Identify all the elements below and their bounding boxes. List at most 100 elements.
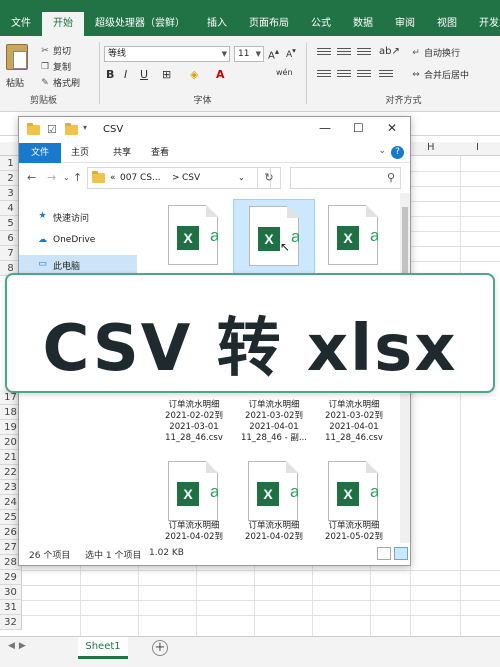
up-icon[interactable]: ↑ bbox=[73, 171, 82, 184]
gridline bbox=[370, 560, 371, 636]
file-icon-fold bbox=[287, 206, 299, 218]
indent-icon[interactable] bbox=[379, 70, 393, 82]
details-view-icon[interactable] bbox=[377, 547, 391, 560]
tab-home[interactable]: 开始 bbox=[42, 12, 84, 36]
row-header[interactable]: 29 bbox=[0, 570, 22, 585]
file-name[interactable]: 订单流水明细 2021-02-02到 2021-03-01 11_28_46.c… bbox=[153, 400, 235, 444]
gridline bbox=[22, 600, 500, 601]
font-name-select[interactable]: 等线 ▼ bbox=[104, 46, 230, 62]
file-item[interactable]: Xa, bbox=[153, 451, 235, 521]
item-count: 26 个项目 bbox=[29, 551, 71, 561]
tab-insert[interactable]: 插入 bbox=[196, 12, 238, 36]
row-header[interactable]: 30 bbox=[0, 585, 22, 600]
forward-icon[interactable]: → bbox=[47, 171, 56, 184]
file-item[interactable]: Xa, bbox=[313, 451, 395, 521]
tab-view[interactable]: 视图 bbox=[426, 12, 468, 36]
back-icon[interactable]: ← bbox=[27, 171, 36, 184]
copy-button[interactable]: ❐ 复制 bbox=[40, 60, 71, 74]
explorer-tab-file[interactable]: 文件 bbox=[19, 143, 61, 163]
explorer-tab-share[interactable]: 共享 bbox=[107, 143, 137, 163]
font-size-select[interactable]: 11 ▼ bbox=[234, 46, 264, 62]
merge-center-button[interactable]: ⇔ 合并后居中 bbox=[411, 68, 469, 82]
excel-title-bar bbox=[0, 0, 500, 12]
tab-page-layout[interactable]: 页面布局 bbox=[238, 12, 300, 36]
maximize-icon[interactable]: ☐ bbox=[353, 121, 364, 135]
align-right-icon[interactable] bbox=[357, 70, 371, 82]
breadcrumb-parent[interactable]: 007 CS... bbox=[120, 173, 161, 183]
checkbox-icon[interactable]: ☑ bbox=[47, 123, 57, 136]
file-icon-fold bbox=[286, 461, 298, 473]
gridline bbox=[22, 615, 500, 616]
tab-data[interactable]: 数据 bbox=[342, 12, 384, 36]
cut-button[interactable]: ✂ 剪切 bbox=[40, 44, 71, 58]
tab-formulas[interactable]: 公式 bbox=[300, 12, 342, 36]
file-name[interactable]: 订单流水明细 2021-03-02到 2021-04-01 11_28_46 -… bbox=[233, 400, 315, 444]
cloud-icon: ☁ bbox=[38, 235, 47, 245]
nav-item-onedrive[interactable]: ☁ OneDrive bbox=[19, 231, 137, 251]
gridline bbox=[460, 156, 461, 636]
explorer-tab-home[interactable]: 主页 bbox=[65, 143, 95, 163]
orientation-icon[interactable]: ab↗ bbox=[379, 46, 400, 57]
italic-icon[interactable]: I bbox=[124, 68, 127, 81]
increase-font-icon[interactable]: A▴ bbox=[268, 46, 279, 61]
banner-title: CSV 转 xlsx bbox=[7, 297, 493, 389]
tab-developer[interactable]: 开发工具 bbox=[468, 12, 500, 36]
tab-file[interactable]: 文件 bbox=[0, 12, 42, 36]
border-icon[interactable]: ⊞ bbox=[162, 68, 171, 81]
row-header[interactable]: 32 bbox=[0, 615, 22, 630]
add-sheet-icon[interactable]: + bbox=[152, 640, 168, 656]
close-icon[interactable]: ✕ bbox=[387, 121, 397, 135]
chevron-down-icon[interactable]: ⌄ bbox=[378, 146, 386, 156]
file-name[interactable]: 订单流水明细 2021-05-02到 bbox=[313, 521, 395, 543]
align-top-icon[interactable] bbox=[317, 48, 331, 60]
folder-icon bbox=[92, 171, 105, 183]
row-header[interactable]: 31 bbox=[0, 600, 22, 615]
font-color-icon[interactable]: A bbox=[216, 68, 225, 81]
recent-dropdown-icon[interactable]: ⌄ bbox=[63, 173, 70, 182]
align-left-icon[interactable] bbox=[317, 70, 331, 82]
breadcrumb-current[interactable]: CSV bbox=[182, 173, 200, 183]
chevron-down-icon: ▼ bbox=[255, 50, 261, 58]
sheet-nav-arrows[interactable]: ◀▶ bbox=[8, 641, 30, 651]
decrease-font-icon[interactable]: A▾ bbox=[286, 46, 296, 60]
nav-item-this-pc[interactable]: ▭ 此电脑 bbox=[19, 255, 137, 275]
alignment-group: ab↗ ↵ 自动换行 ⇔ 合并后居中 对齐方式 bbox=[307, 40, 500, 108]
file-name[interactable]: 订单流水明细 2021-03-02到 2021-04-01 11_28_46.c… bbox=[313, 400, 395, 444]
large-icons-view-icon[interactable] bbox=[394, 547, 408, 560]
nav-item-quick-access[interactable]: ★ 快速访问 bbox=[19, 207, 137, 227]
align-center-icon[interactable] bbox=[337, 70, 351, 82]
column-header-h[interactable]: H bbox=[427, 142, 435, 153]
tab-review[interactable]: 审阅 bbox=[384, 12, 426, 36]
nav-item-label: 此电脑 bbox=[53, 262, 81, 272]
address-input[interactable]: « 007 CS... > CSV ⌄ bbox=[87, 167, 271, 189]
wrap-text-button[interactable]: ↵ 自动换行 bbox=[411, 46, 460, 60]
breadcrumb-overflow[interactable]: « bbox=[110, 173, 116, 183]
refresh-icon[interactable]: ↻ bbox=[257, 167, 281, 189]
tab-super-processor[interactable]: 超级处理器（尝鲜） bbox=[84, 12, 196, 36]
bold-icon[interactable]: B bbox=[106, 68, 114, 81]
minimize-icon[interactable]: — bbox=[319, 121, 331, 135]
fill-color-icon[interactable]: ◈ bbox=[190, 68, 198, 81]
explorer-title-bar[interactable]: ☑ ▾ CSV — ☐ ✕ bbox=[19, 117, 410, 143]
paste-icon[interactable] bbox=[6, 44, 28, 70]
help-icon[interactable]: ? bbox=[391, 146, 404, 159]
underline-icon[interactable]: U bbox=[140, 68, 148, 81]
phonetic-icon[interactable]: wén bbox=[276, 68, 293, 77]
align-bottom-icon[interactable] bbox=[357, 48, 371, 60]
banner-title-part1: CSV 转 xl bbox=[42, 312, 375, 386]
quick-access-dropdown-icon[interactable]: ▾ bbox=[83, 123, 87, 132]
format-painter-button[interactable]: ✎ 格式刷 bbox=[40, 76, 80, 90]
sheet-tab-bar: ◀▶ Sheet1 + bbox=[0, 636, 500, 667]
sheet-tab-sheet1[interactable]: Sheet1 bbox=[78, 637, 128, 659]
chevron-down-icon[interactable]: ⌄ bbox=[238, 173, 245, 182]
align-middle-icon[interactable] bbox=[337, 48, 351, 60]
explorer-tab-view[interactable]: 查看 bbox=[145, 143, 175, 163]
gridline bbox=[312, 560, 313, 636]
paste-button[interactable]: 粘贴 bbox=[6, 76, 24, 89]
file-name[interactable]: 订单流水明细 2021-04-02到 bbox=[233, 521, 315, 543]
file-item[interactable]: Xa, bbox=[233, 451, 315, 521]
mouse-cursor-icon: ↖ bbox=[280, 240, 291, 254]
search-input[interactable]: ⚲ bbox=[290, 167, 401, 189]
file-name[interactable]: 订单流水明细 2021-04-02到 bbox=[153, 521, 235, 543]
column-header-i[interactable]: I bbox=[476, 142, 479, 153]
